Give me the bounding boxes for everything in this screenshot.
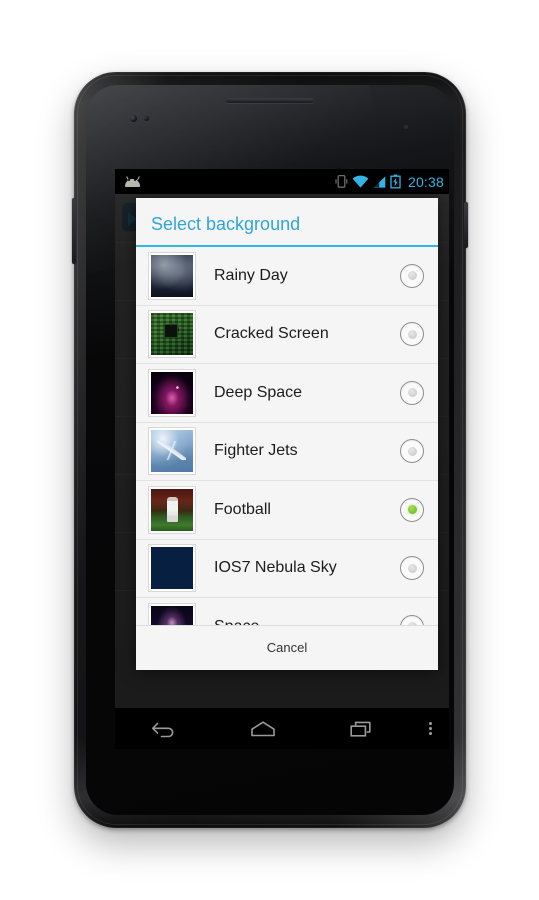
select-background-dialog: Select background Rainy Day Cracked Scree… — [136, 198, 438, 670]
radio-button[interactable] — [400, 497, 424, 522]
android-head-icon — [123, 175, 143, 188]
radio-button[interactable] — [400, 614, 424, 625]
thumbnail-fighter-jets — [149, 428, 195, 475]
status-bar-clock: 20:38 — [407, 173, 444, 190]
volume-key[interactable] — [72, 198, 76, 264]
vibrate-icon — [335, 174, 348, 188]
dialog-title: Select background — [151, 214, 301, 234]
earpiece-speaker — [226, 98, 314, 103]
dialog-title-bar: Select background — [136, 198, 438, 247]
overflow-dots-icon — [428, 720, 432, 737]
list-item[interactable]: Rainy Day — [136, 247, 438, 306]
phone-device-frame: 20:38 Select background Rainy Day Cracke… — [72, 72, 468, 828]
thumbnail-cracked-screen — [149, 311, 195, 358]
front-camera-icon — [130, 115, 137, 122]
thumbnail-rainy-day — [149, 252, 195, 299]
cancel-button[interactable]: Cancel — [253, 638, 321, 657]
radio-button[interactable] — [400, 380, 424, 405]
recents-icon — [350, 721, 371, 737]
list-item[interactable]: Cracked Screen — [136, 305, 438, 364]
background-options-list[interactable]: Rainy Day Cracked Screen Deep Space Fighter… — [136, 247, 438, 625]
list-item-label: Rainy Day — [214, 266, 288, 284]
list-item-label: IOS7 Nebula Sky — [214, 559, 337, 577]
radio-dot-icon — [407, 329, 417, 339]
notification-led — [404, 125, 408, 129]
radio-dot-icon — [407, 505, 417, 515]
list-item-label: Fighter Jets — [214, 442, 298, 460]
radio-dot-icon — [407, 446, 417, 456]
light-sensor-icon — [144, 116, 149, 121]
list-item[interactable]: Space — [136, 598, 438, 625]
list-item-label: Cracked Screen — [214, 325, 329, 343]
recents-button[interactable] — [312, 708, 411, 749]
cellular-signal-icon — [373, 175, 386, 188]
radio-dot-icon — [407, 271, 417, 281]
dialog-footer: Cancel — [136, 625, 438, 670]
thumbnail-deep-space — [149, 369, 195, 416]
list-item[interactable]: Deep Space — [136, 364, 438, 423]
radio-button[interactable] — [400, 556, 424, 581]
wifi-icon — [352, 175, 369, 188]
battery-charging-icon — [390, 174, 401, 189]
phone-front-face: 20:38 Select background Rainy Day Cracke… — [86, 85, 454, 815]
radio-button[interactable] — [400, 439, 424, 464]
thumbnail-football — [149, 486, 195, 533]
status-bar: 20:38 — [115, 169, 449, 194]
back-button[interactable] — [115, 708, 214, 749]
navigation-bar — [115, 708, 449, 749]
thumbnail-space — [149, 603, 195, 625]
radio-button[interactable] — [400, 322, 424, 347]
power-key[interactable] — [464, 202, 468, 248]
back-arrow-icon — [152, 722, 174, 737]
list-item[interactable]: Fighter Jets — [136, 422, 438, 481]
phone-screen: 20:38 Select background Rainy Day Cracke… — [115, 169, 449, 749]
home-icon — [251, 720, 275, 736]
list-item-label: Deep Space — [214, 383, 303, 401]
radio-dot-icon — [407, 622, 417, 625]
status-bar-icons: 20:38 — [335, 174, 444, 190]
home-button[interactable] — [214, 708, 313, 749]
radio-dot-icon — [407, 563, 417, 573]
radio-button[interactable] — [400, 263, 424, 288]
radio-dot-icon — [407, 388, 417, 398]
list-item[interactable]: IOS7 Nebula Sky — [136, 539, 438, 598]
overflow-menu-button[interactable] — [411, 708, 449, 749]
list-item-label: Space — [214, 618, 400, 625]
thumbnail-ios7-nebula-sky — [149, 545, 195, 592]
list-item[interactable]: Football — [136, 481, 438, 540]
list-item-label: Football — [214, 500, 271, 518]
